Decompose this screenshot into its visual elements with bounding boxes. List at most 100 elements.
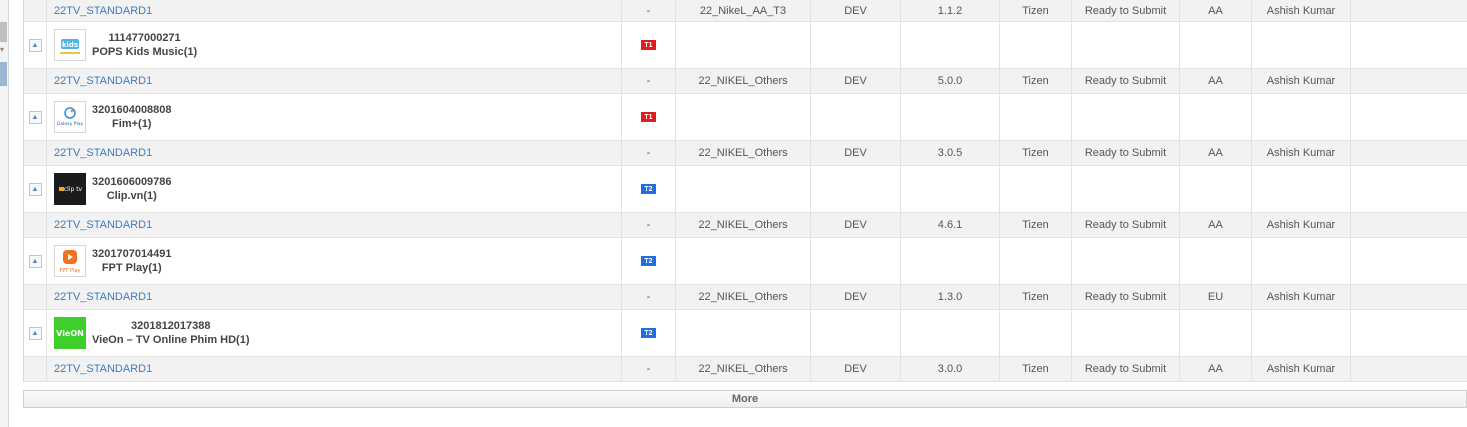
owner-cell: Ashish Kumar bbox=[1252, 213, 1351, 237]
sidebar-tab[interactable] bbox=[0, 22, 7, 42]
empty-cell bbox=[1351, 141, 1467, 165]
dash-cell: - bbox=[622, 69, 676, 93]
tier-badge: T2 bbox=[641, 184, 656, 194]
app-name: Clip.vn(1) bbox=[106, 190, 157, 202]
expand-toggle-button[interactable]: ▲ bbox=[28, 182, 42, 196]
table-row: ▲ VieON 3201812017388 VieOn – TV Online … bbox=[24, 310, 1467, 357]
blank-cell bbox=[1072, 310, 1180, 356]
app-name: POPS Kids Music(1) bbox=[92, 46, 198, 58]
blank-cell bbox=[676, 310, 811, 356]
group-link[interactable]: 22TV_STANDARD1 bbox=[54, 219, 152, 231]
empty-cell bbox=[1351, 0, 1467, 21]
table-row: 22TV_STANDARD1 - 22_NIKEL_Others DEV 5.0… bbox=[24, 69, 1467, 94]
blank-cell bbox=[811, 94, 901, 140]
dash-cell: - bbox=[622, 141, 676, 165]
app-name: VieOn – TV Online Phim HD(1) bbox=[92, 334, 250, 346]
version-cell: 4.6.1 bbox=[901, 213, 1000, 237]
galaxy-play-icon: Galaxy Play bbox=[54, 101, 86, 133]
expander-cell: ▲ bbox=[24, 238, 47, 284]
version-cell: 1.1.2 bbox=[901, 0, 1000, 21]
app-id: 3201812017388 bbox=[130, 320, 211, 332]
empty-cell bbox=[1351, 357, 1467, 381]
owner-cell: Ashish Kumar bbox=[1252, 357, 1351, 381]
version-cell: 1.3.0 bbox=[901, 285, 1000, 309]
expand-toggle-button[interactable]: ▲ bbox=[28, 110, 42, 124]
app-name: Fim+(1) bbox=[112, 118, 152, 130]
tier-cell: T1 bbox=[622, 94, 676, 140]
stage-cell: DEV bbox=[811, 285, 901, 309]
dash-cell: - bbox=[622, 0, 676, 21]
expand-toggle-button[interactable]: ▲ bbox=[28, 326, 42, 340]
expander-cell: ▲ bbox=[24, 310, 47, 356]
app-cell: kids 111477000271 POPS Kids Music(1) bbox=[47, 22, 622, 68]
group-link[interactable]: 22TV_STANDARD1 bbox=[54, 5, 152, 17]
group-link[interactable]: 22TV_STANDARD1 bbox=[54, 291, 152, 303]
group-link[interactable]: 22TV_STANDARD1 bbox=[54, 147, 152, 159]
collapse-arrow-icon: ▲ bbox=[31, 113, 39, 121]
pops-kids-icon: kids bbox=[54, 29, 86, 61]
group-link[interactable]: 22TV_STANDARD1 bbox=[54, 363, 152, 375]
status-cell: Ready to Submit bbox=[1072, 285, 1180, 309]
region-cell: EU bbox=[1180, 285, 1252, 309]
collapse-arrow-icon: ▲ bbox=[31, 257, 39, 265]
expand-toggle-button[interactable]: ▲ bbox=[28, 38, 42, 52]
expander-cell bbox=[24, 357, 47, 381]
app-id: 111477000271 bbox=[108, 32, 181, 44]
vieon-wordmark: VieON bbox=[56, 329, 84, 338]
blank-cell bbox=[1252, 238, 1351, 284]
blank-cell bbox=[676, 94, 811, 140]
blank-cell bbox=[1000, 94, 1072, 140]
empty-cell bbox=[1351, 285, 1467, 309]
blank-cell bbox=[676, 22, 811, 68]
blank-cell bbox=[811, 310, 901, 356]
expander-cell bbox=[24, 213, 47, 237]
expander-cell: ▲ bbox=[24, 22, 47, 68]
app-id: 3201707014491 bbox=[92, 248, 172, 260]
blank-cell bbox=[1351, 166, 1467, 212]
blank-cell bbox=[1252, 22, 1351, 68]
app-cell: VieON 3201812017388 VieOn – TV Online Ph… bbox=[47, 310, 622, 356]
galaxy-play-wordmark: Galaxy Play bbox=[57, 121, 84, 127]
blank-cell bbox=[676, 238, 811, 284]
blank-cell bbox=[1180, 310, 1252, 356]
app-submission-grid: 22TV_STANDARD1 - 22_NikeL_AA_T3 DEV 1.1.… bbox=[23, 0, 1467, 382]
table-row: ▲ FPT Play 3201707014491 FPT Play(1) T2 bbox=[24, 238, 1467, 285]
status-cell: Ready to Submit bbox=[1072, 213, 1180, 237]
expander-cell bbox=[24, 285, 47, 309]
sidebar-tab-active[interactable] bbox=[0, 62, 7, 86]
group-cell: 22TV_STANDARD1 bbox=[47, 69, 622, 93]
collapse-arrow-icon: ▲ bbox=[31, 329, 39, 337]
blank-cell bbox=[901, 238, 1000, 284]
blank-cell bbox=[1351, 94, 1467, 140]
expander-cell bbox=[24, 141, 47, 165]
expander-cell: ▲ bbox=[24, 94, 47, 140]
fpt-play-wordmark: FPT Play bbox=[60, 268, 81, 274]
group-cell: 22TV_STANDARD1 bbox=[47, 141, 622, 165]
blank-cell bbox=[1252, 166, 1351, 212]
blank-cell bbox=[811, 238, 901, 284]
region-cell: AA bbox=[1180, 0, 1252, 21]
platform-cell: Tizen bbox=[1000, 285, 1072, 309]
group-cell: 22TV_STANDARD1 bbox=[47, 285, 622, 309]
region-cell: AA bbox=[1180, 213, 1252, 237]
owner-cell: Ashish Kumar bbox=[1252, 69, 1351, 93]
group-link[interactable]: 22TV_STANDARD1 bbox=[54, 75, 152, 87]
table-row: ▲ clip tv 3201606009786 Clip.vn(1) T2 bbox=[24, 166, 1467, 213]
app-cell: Galaxy Play 3201604008808 Fim+(1) bbox=[47, 94, 622, 140]
table-row: 22TV_STANDARD1 - 22_NIKEL_Others DEV 4.6… bbox=[24, 213, 1467, 238]
tier-badge: T2 bbox=[641, 256, 656, 266]
blank-cell bbox=[1252, 310, 1351, 356]
stage-cell: DEV bbox=[811, 141, 901, 165]
tier-cell: T1 bbox=[622, 22, 676, 68]
expand-toggle-button[interactable]: ▲ bbox=[28, 254, 42, 268]
tier-badge: T1 bbox=[641, 40, 656, 50]
owner-cell: Ashish Kumar bbox=[1252, 285, 1351, 309]
app-cell: clip tv 3201606009786 Clip.vn(1) bbox=[47, 166, 622, 212]
more-button[interactable]: More bbox=[23, 390, 1467, 408]
stage-cell: DEV bbox=[811, 69, 901, 93]
table-row: 22TV_STANDARD1 - 22_NIKEL_Others DEV 1.3… bbox=[24, 285, 1467, 310]
tier-cell: T2 bbox=[622, 166, 676, 212]
expander-cell: ▲ bbox=[24, 166, 47, 212]
tier-badge: T2 bbox=[641, 328, 656, 338]
blank-cell bbox=[1072, 166, 1180, 212]
